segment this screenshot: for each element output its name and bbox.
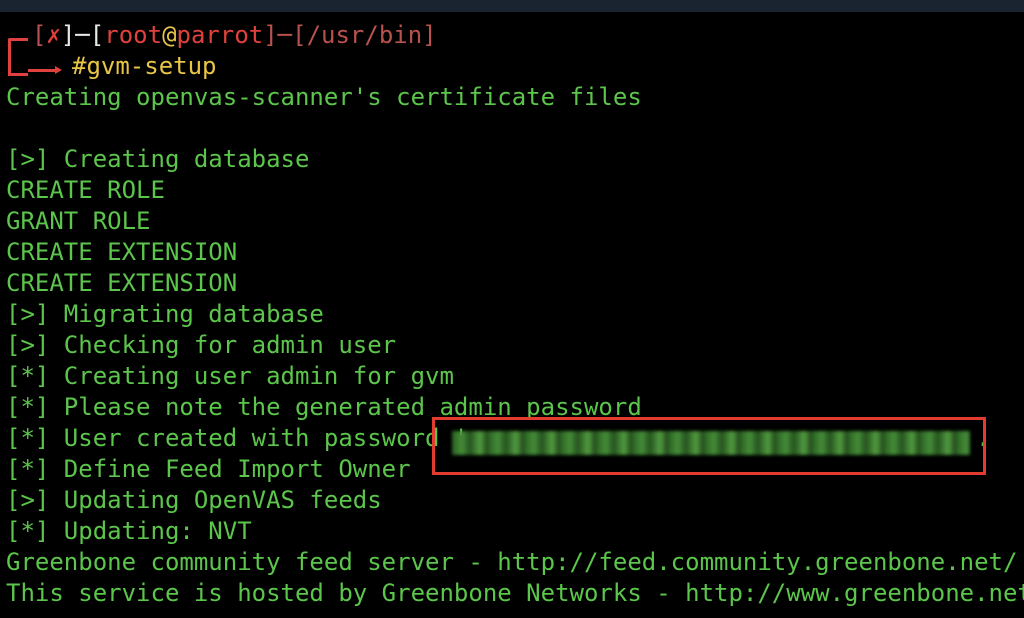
output-line: [>] Checking for admin user: [6, 331, 397, 359]
output-line: [>] Updating OpenVAS feeds: [6, 486, 382, 514]
output-line: Greenbone community feed server - http:/…: [6, 548, 1018, 576]
terminal-window[interactable]: [✗]─[root@parrot]─[/usr/bin] #gvm-setup …: [0, 12, 1024, 618]
prompt-tree-connector: [8, 38, 28, 76]
password-highlight-box: [432, 417, 986, 475]
prompt-arrow-icon: [28, 66, 62, 74]
screenshot-frame: [✗]─[root@parrot]─[/usr/bin] #gvm-setup …: [0, 0, 1024, 618]
command-prompt-hash: #: [72, 52, 87, 80]
prompt-open-bracket: [: [32, 21, 47, 49]
prompt-path: /usr/bin: [306, 21, 423, 49]
password-label: [*] User created with password ': [6, 424, 469, 452]
prompt-line: [✗]─[root@parrot]─[/usr/bin]: [32, 20, 437, 51]
output-line: This service is hosted by Greenbone Netw…: [6, 579, 1024, 607]
command-line: #gvm-setup: [72, 51, 217, 82]
prompt-close-bracket: ]: [422, 21, 437, 49]
output-line: Creating openvas-scanner's certificate f…: [6, 83, 642, 111]
command-text: gvm-setup: [86, 52, 217, 80]
prompt-separator-2: ]─[: [263, 21, 307, 49]
prompt-user: root: [104, 21, 163, 49]
output-line: CREATE EXTENSION: [6, 269, 238, 297]
output-line: [*] Creating user admin for gvm: [6, 362, 454, 390]
prompt-at: @: [162, 21, 177, 49]
output-line: [>] Migrating database: [6, 300, 324, 328]
output-line: [>] Creating database: [6, 145, 310, 173]
output-line: GRANT ROLE: [6, 207, 151, 235]
output-line: [*] Updating: NVT: [6, 517, 252, 545]
prompt-host: parrot: [176, 21, 264, 49]
prompt-separator: ]─[: [60, 21, 105, 49]
output-line: CREATE ROLE: [6, 176, 165, 204]
output-line-password: [*] User created with password ': [6, 423, 468, 454]
window-top-bar: [0, 0, 1024, 12]
output-line: CREATE EXTENSION: [6, 238, 238, 266]
error-status-icon: ✗: [46, 21, 61, 49]
output-line: [*] Define Feed Import Owner: [6, 455, 411, 483]
